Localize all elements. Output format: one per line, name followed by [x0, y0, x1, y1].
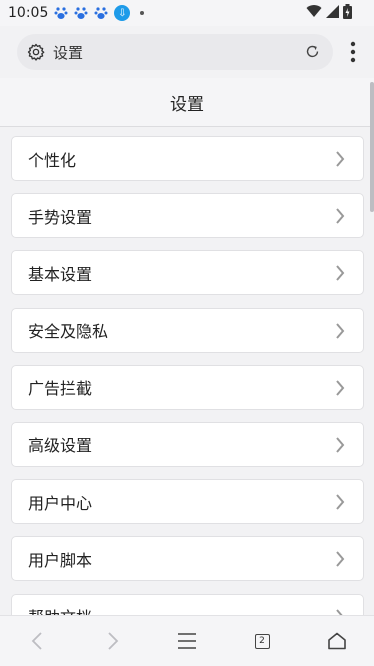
settings-item-label: 用户脚本: [28, 550, 93, 570]
forward-arrow-icon: [108, 632, 119, 650]
address-bar[interactable]: 设置: [17, 34, 333, 70]
chevron-right-icon: [336, 437, 345, 453]
chevron-right-icon: [336, 551, 345, 567]
hamburger-menu-icon: [178, 633, 196, 649]
page-header: 设置: [0, 78, 374, 127]
tab-count: 2: [254, 633, 270, 649]
chevron-right-icon: [336, 151, 345, 167]
gear-icon: [27, 43, 45, 61]
page-title: 设置: [170, 94, 204, 115]
paw-icon: [54, 7, 68, 19]
settings-item-label: 广告拦截: [28, 379, 93, 399]
bottom-nav: 2: [0, 615, 374, 666]
settings-item-personalization[interactable]: 个性化: [11, 136, 364, 181]
settings-item-security-privacy[interactable]: 安全及隐私: [11, 307, 364, 353]
settings-item-basic[interactable]: 基本设置: [11, 250, 364, 296]
overflow-menu-icon[interactable]: [350, 41, 356, 63]
settings-item-advanced[interactable]: 高级设置: [11, 421, 364, 467]
battery-icon: [343, 4, 352, 19]
tabs-button[interactable]: 2: [249, 628, 275, 654]
home-icon: [328, 632, 346, 650]
settings-item-gestures[interactable]: 手势设置: [11, 193, 364, 239]
chevron-right-icon: [336, 322, 345, 339]
settings-item-label: 高级设置: [28, 436, 93, 456]
scrollbar[interactable]: [370, 82, 374, 212]
paw-icon: [94, 7, 108, 19]
settings-item-label: 用户中心: [28, 493, 93, 513]
settings-item-ad-block[interactable]: 广告拦截: [11, 364, 364, 410]
chevron-right-icon: [336, 494, 345, 510]
notification-icons: ⇩: [54, 5, 145, 21]
status-time: 10:05: [8, 5, 49, 21]
chevron-right-icon: [336, 265, 345, 282]
status-right-icons: [306, 4, 352, 19]
chevron-right-icon: [336, 208, 345, 224]
reload-icon[interactable]: [304, 43, 321, 60]
settings-item-label: 个性化: [28, 150, 77, 170]
settings-list: 个性化 手势设置 基本设置 安全及隐私 广告拦截 高级设置 用户中心 用户脚本 …: [11, 136, 364, 651]
menu-button[interactable]: [174, 628, 200, 654]
chevron-right-icon: [336, 380, 345, 396]
settings-item-label: 基本设置: [28, 264, 93, 284]
settings-item-user-scripts[interactable]: 用户脚本: [11, 536, 364, 582]
home-button[interactable]: [324, 628, 350, 654]
wifi-icon: [306, 5, 322, 18]
settings-item-label: 安全及隐私: [28, 322, 109, 342]
back-arrow-icon: [31, 632, 42, 650]
back-button[interactable]: [24, 628, 50, 654]
settings-item-user-center[interactable]: 用户中心: [11, 479, 364, 525]
status-bar: 10:05 ⇩: [0, 0, 374, 26]
more-notifications-dot: [140, 11, 145, 15]
signal-icon: [326, 5, 339, 18]
forward-button[interactable]: [100, 628, 126, 654]
download-icon: ⇩: [114, 5, 131, 21]
address-text[interactable]: 设置: [53, 42, 83, 63]
paw-icon: [74, 7, 88, 19]
settings-item-label: 手势设置: [28, 207, 93, 227]
